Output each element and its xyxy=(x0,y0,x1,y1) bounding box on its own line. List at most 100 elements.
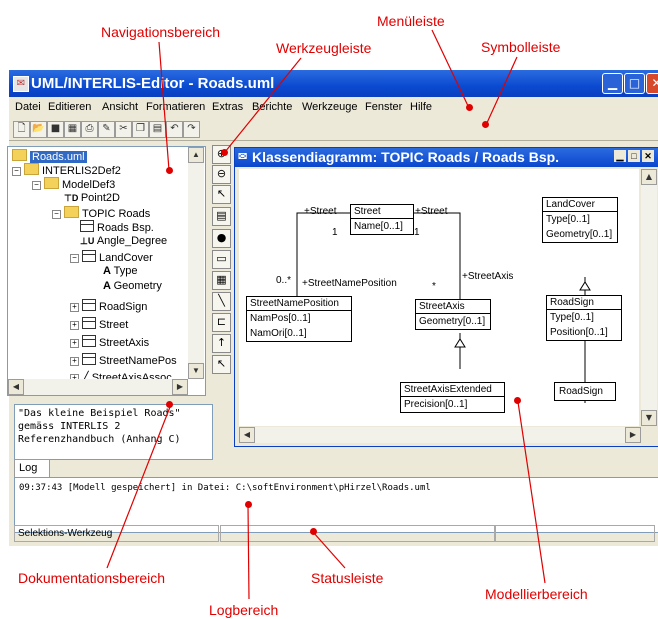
tree-item-type[interactable]: A Type xyxy=(103,265,137,277)
class-roadsign-subclass[interactable]: RoadSign xyxy=(554,382,616,401)
tree-item-interlis2def2[interactable]: − INTERLIS2Def2 xyxy=(12,163,121,177)
class-street[interactable]: Street Name[0..1] xyxy=(350,204,414,235)
print-icon[interactable]: ⎙ xyxy=(81,121,98,138)
tree-item-topic-roads[interactable]: − TOPIC Roads xyxy=(52,206,150,220)
diagram-vertical-scrollbar[interactable]: ▲ ▼ xyxy=(641,169,657,426)
redo-icon[interactable]: ↷ xyxy=(183,121,200,138)
diagram-window-icon: ✉ xyxy=(238,151,248,163)
menu-fenster[interactable]: Fenster xyxy=(365,101,402,113)
menu-hilfe[interactable]: Hilfe xyxy=(410,101,432,113)
edit-icon[interactable]: ✎ xyxy=(98,121,115,138)
callout-dot-tools xyxy=(221,149,228,156)
minimize-button[interactable]: ▁ xyxy=(602,73,623,94)
zoom-out-icon[interactable]: ⊖ xyxy=(212,165,231,184)
documentation-area[interactable]: "Das kleine Beispiel Roads" gemäss INTER… xyxy=(14,404,213,460)
menu-ansicht[interactable]: Ansicht xyxy=(102,101,138,113)
tree-item-landcover[interactable]: − LandCover xyxy=(70,250,153,264)
tree-vertical-scrollbar[interactable]: ▲ ▼ xyxy=(188,147,204,379)
label-symbolleiste: Symbolleiste xyxy=(481,39,561,55)
expand-toggle[interactable]: + xyxy=(70,339,79,348)
title-bar[interactable]: ✉ UML/INTERLIS-Editor - Roads.uml ▁ □ ✕ xyxy=(9,70,658,97)
tree-item-angle-degree[interactable]: ⊥U Angle_Degree xyxy=(80,235,167,247)
expand-toggle[interactable]: + xyxy=(70,357,79,366)
close-button[interactable]: ✕ xyxy=(646,73,658,94)
tree-item-modeldef3[interactable]: − ModelDef3 xyxy=(32,177,115,191)
class-roadsign[interactable]: RoadSign Type[0..1] Position[0..1] xyxy=(546,295,622,341)
tree-item-streetnamepos[interactable]: + StreetNamePos xyxy=(70,353,177,367)
menu-editieren[interactable]: Editieren xyxy=(48,101,91,113)
select-arrow-icon[interactable]: ↖ xyxy=(212,185,231,204)
collapse-toggle[interactable]: − xyxy=(32,181,41,190)
role-label-street-right: +Street xyxy=(415,206,448,217)
scroll-left-icon[interactable]: ◀ xyxy=(8,379,24,395)
association-tool-icon[interactable]: ⊏ xyxy=(212,313,231,332)
tree-item-roads-uml[interactable]: Roads.uml xyxy=(12,149,87,163)
callout-dot-documentation xyxy=(166,401,173,408)
tree-item-street[interactable]: + Street xyxy=(70,317,128,331)
expand-toggle[interactable]: + xyxy=(70,321,79,330)
tree-horizontal-scrollbar[interactable]: ◀ ▶ xyxy=(8,379,188,395)
diagram-minimize-icon[interactable]: ▁ xyxy=(614,150,626,162)
new-file-icon[interactable]: 🗋 xyxy=(13,121,30,138)
diagram-title-bar[interactable]: ✉ Klassendiagramm: TOPIC Roads / Roads B… xyxy=(235,148,658,167)
save-icon[interactable]: ■ xyxy=(47,121,64,138)
label-statusleiste: Statusleiste xyxy=(311,570,384,586)
class-streetaxis[interactable]: StreetAxis Geometry[0..1] xyxy=(415,299,491,330)
menu-datei[interactable]: Datei xyxy=(15,101,41,113)
scroll-down-icon[interactable]: ▼ xyxy=(188,363,204,379)
role-label-street-left: +Street xyxy=(304,206,337,217)
collapse-toggle[interactable]: − xyxy=(52,210,61,219)
maximize-button[interactable]: □ xyxy=(624,73,645,94)
domain-tool-icon[interactable]: ● xyxy=(212,229,231,248)
undo-icon[interactable]: ↶ xyxy=(166,121,183,138)
menu-extras[interactable]: Extras xyxy=(212,101,243,113)
multiplicity-right-many: * xyxy=(432,281,436,292)
scroll-up-icon[interactable]: ▲ xyxy=(188,147,204,163)
copy-icon[interactable]: ❐ xyxy=(132,121,149,138)
generalization-tool-icon[interactable]: ↑ xyxy=(212,334,231,353)
class-icon xyxy=(82,353,96,365)
callout-dot-symbols xyxy=(482,121,489,128)
collapse-toggle[interactable]: − xyxy=(70,254,79,263)
menu-formatieren[interactable]: Formatieren xyxy=(146,101,205,113)
label-dokumentationsbereich: Dokumentationsbereich xyxy=(18,570,166,586)
class-streetaxisextended[interactable]: StreetAxisExtended Precision[0..1] xyxy=(400,382,505,413)
tab-log[interactable]: Log xyxy=(14,459,50,477)
scroll-up-icon[interactable]: ▲ xyxy=(641,169,657,185)
save-all-icon[interactable]: ▦ xyxy=(64,121,81,138)
label-navigationsbereich: Navigationsbereich xyxy=(101,24,221,40)
tree-item-streetaxis[interactable]: + StreetAxis xyxy=(70,335,149,349)
modeling-canvas[interactable]: Street Name[0..1] LandCover Type[0..1] G… xyxy=(239,169,639,426)
expand-toggle[interactable]: + xyxy=(70,303,79,312)
menu-berichte[interactable]: Berichte xyxy=(252,101,292,113)
tree-item-roadsign[interactable]: + RoadSign xyxy=(70,299,147,313)
paste-icon[interactable]: ▤ xyxy=(149,121,166,138)
scroll-right-icon[interactable]: ▶ xyxy=(625,427,641,443)
scroll-left-icon[interactable]: ◀ xyxy=(239,427,255,443)
package-tool-icon[interactable]: ▭ xyxy=(212,250,231,269)
status-segment xyxy=(495,525,655,542)
collapse-toggle[interactable]: − xyxy=(12,167,21,176)
diagram-close-icon[interactable]: ✕ xyxy=(642,150,654,162)
link-tool-icon[interactable]: ↖ xyxy=(212,355,231,374)
multiplicity-left-one: 1 xyxy=(332,227,338,238)
class-icon xyxy=(82,250,96,262)
tree-item-roads-bsp[interactable]: Roads Bsp. xyxy=(80,220,154,234)
table-tool-icon[interactable]: ▦ xyxy=(212,271,231,290)
scroll-right-icon[interactable]: ▶ xyxy=(172,379,188,395)
cut-icon[interactable]: ✂ xyxy=(115,121,132,138)
class-landcover[interactable]: LandCover Type[0..1] Geometry[0..1] xyxy=(542,197,618,243)
diagram-maximize-icon[interactable]: □ xyxy=(628,150,640,162)
log-entry: 09:37:43 [Modell gespeichert] in Datei: … xyxy=(19,483,431,493)
line-tool-icon[interactable]: ╲ xyxy=(212,292,231,311)
folder-icon xyxy=(12,149,27,161)
open-icon[interactable]: 📂 xyxy=(30,121,47,138)
menu-werkzeuge[interactable]: Werkzeuge xyxy=(302,101,357,113)
class-tool-icon[interactable]: ▤ xyxy=(212,207,231,226)
tree-item-point2d[interactable]: ⊤D Point2D xyxy=(64,192,120,204)
symbol-toolbar: 🗋 📂 ■ ▦ ⎙ ✎ ✂ ❐ ▤ ↶ ↷ xyxy=(9,119,658,141)
tree-item-geometry[interactable]: A Geometry xyxy=(103,280,162,292)
class-streetnameposition[interactable]: StreetNamePosition NamPos[0..1] NamOri[0… xyxy=(246,296,352,342)
scroll-down-icon[interactable]: ▼ xyxy=(641,410,657,426)
diagram-horizontal-scrollbar[interactable]: ◀ ▶ xyxy=(239,427,641,443)
